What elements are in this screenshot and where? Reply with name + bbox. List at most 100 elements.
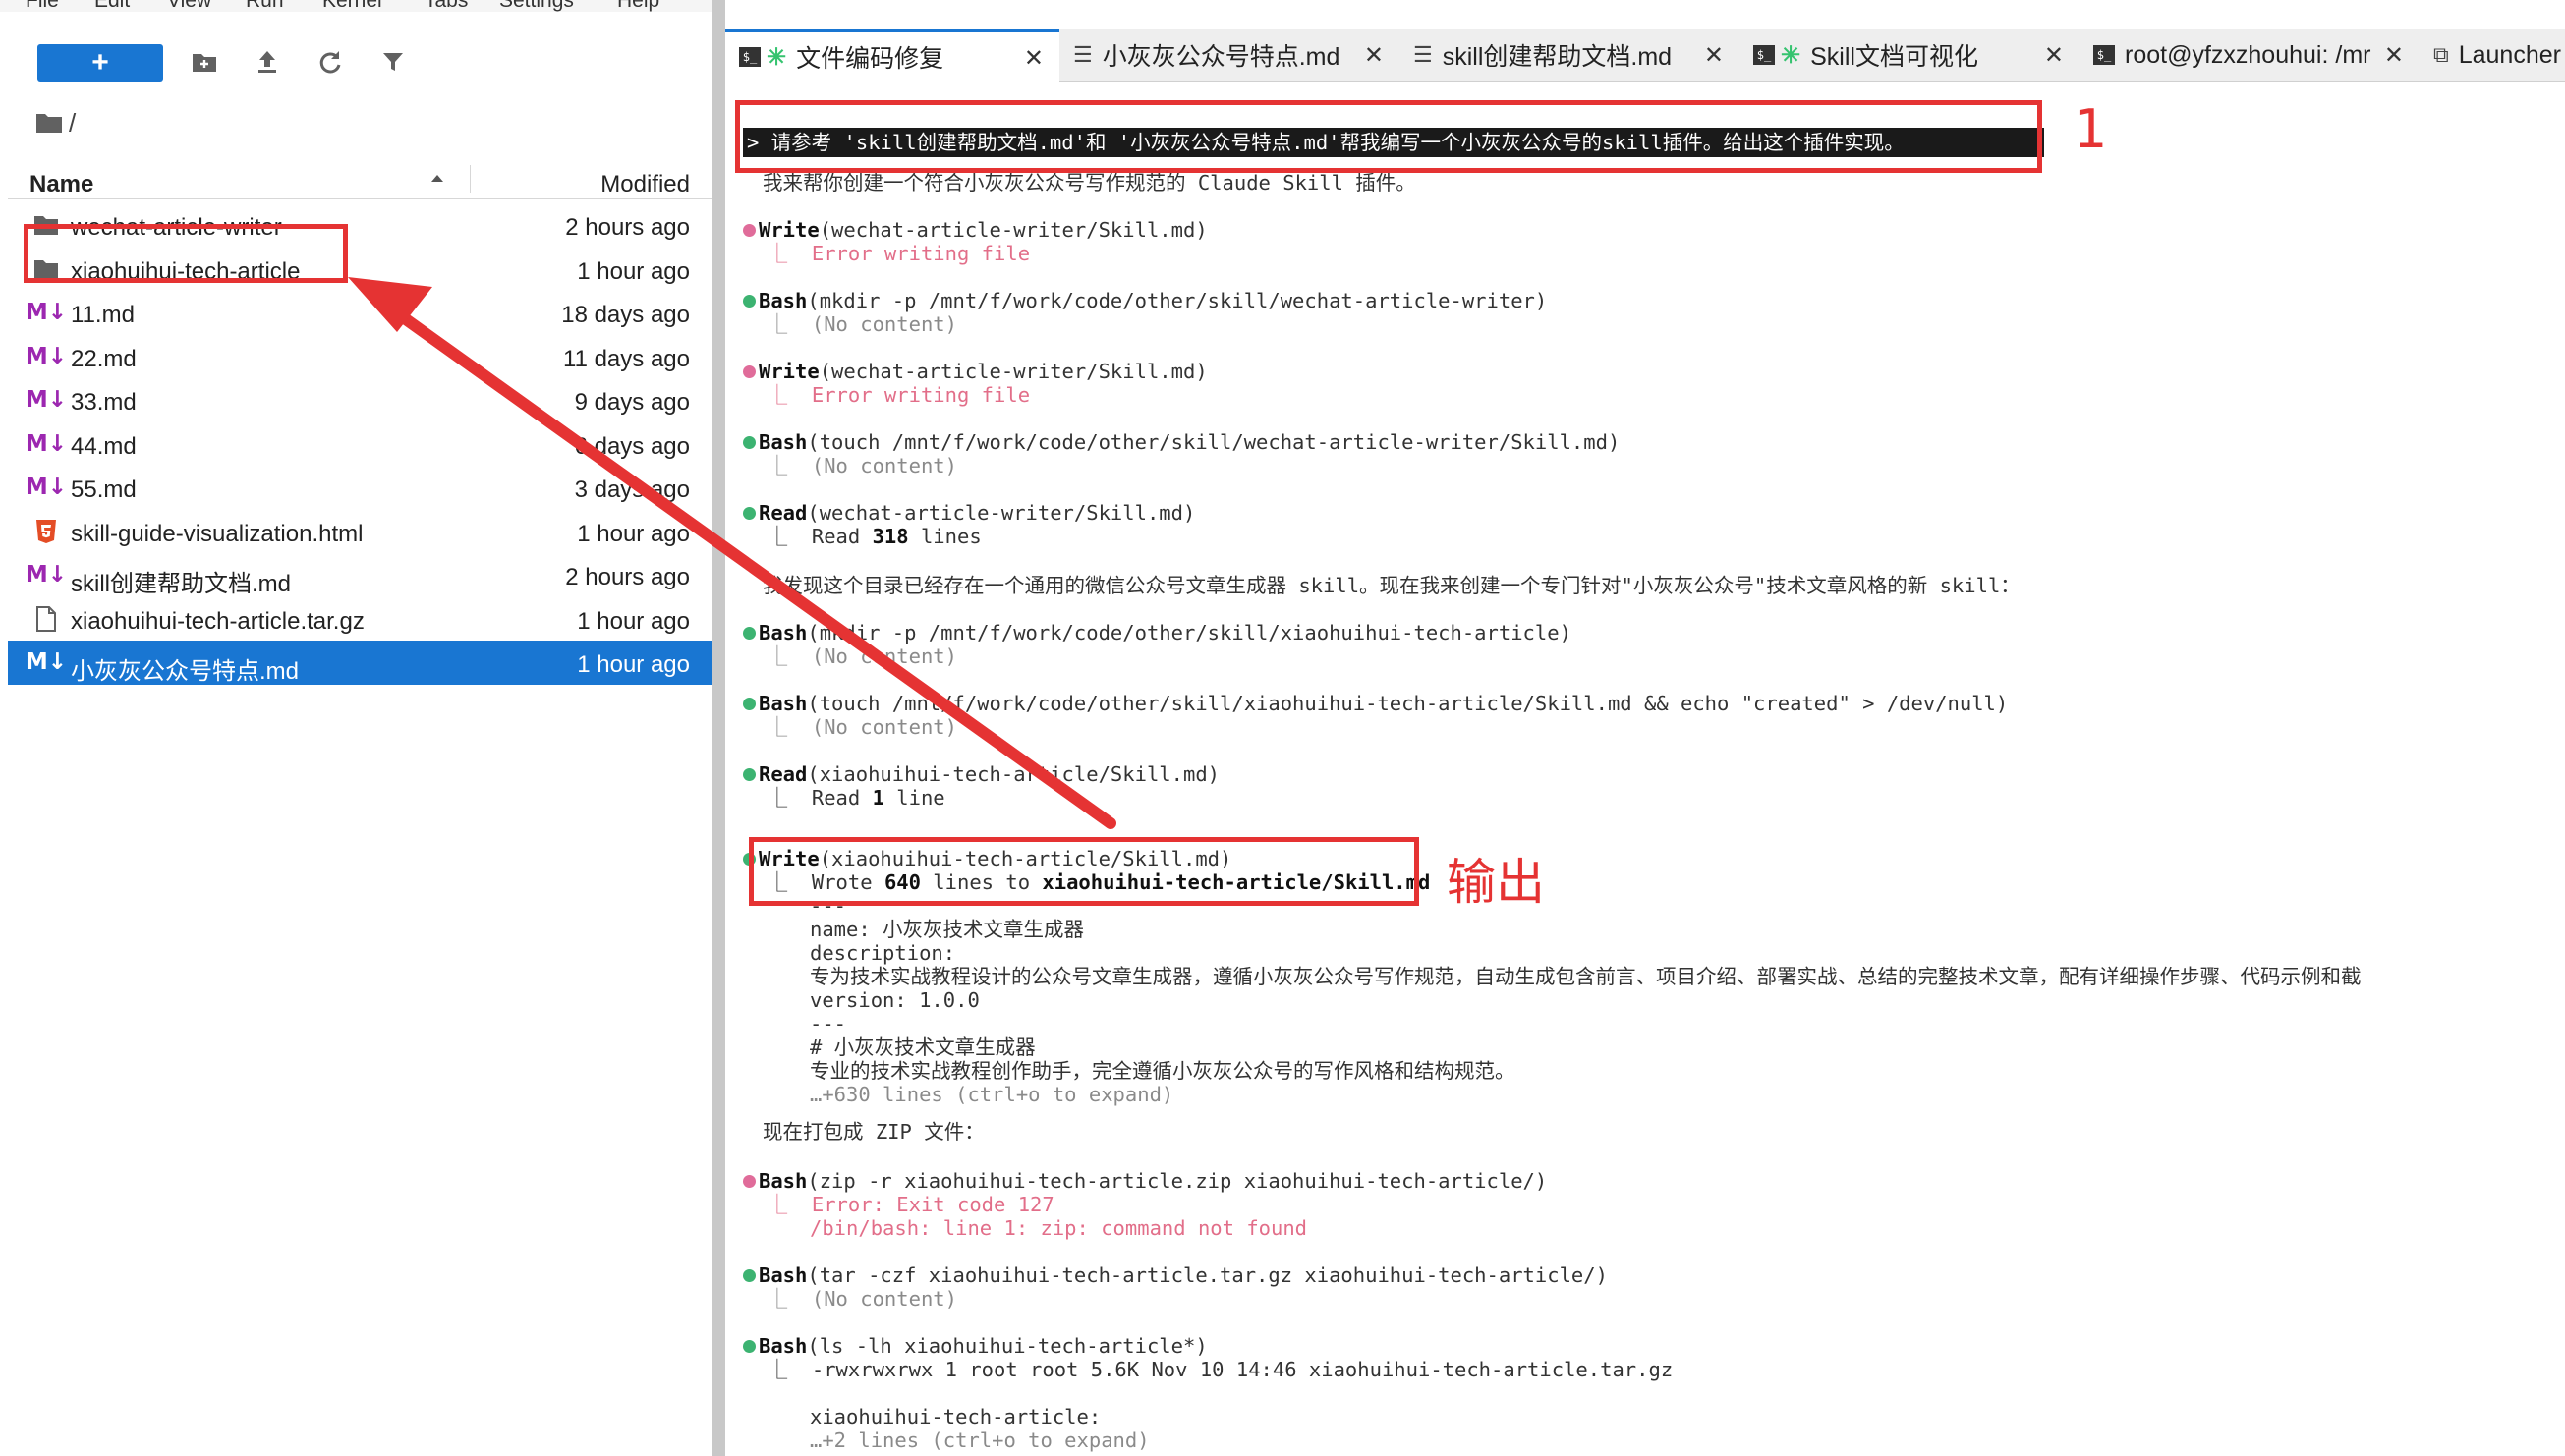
annotation-label-1: 1 bbox=[2074, 98, 2108, 160]
tool-call-write: Write(wechat-article-writer/Skill.md) bbox=[743, 360, 1208, 383]
file-row[interactable]: M↓ skill创建帮助文档.md 2 hours ago bbox=[8, 553, 712, 597]
folder-icon[interactable] bbox=[35, 112, 63, 134]
tab-xiaohuihui-features-md[interactable]: ☰ 小灰灰公众号特点.md ✕ bbox=[1059, 29, 1400, 81]
status-bullet bbox=[743, 1269, 756, 1282]
markdown-icon: M↓ bbox=[25, 475, 68, 500]
file-list-header: Name Modified bbox=[8, 157, 712, 199]
markdown-icon: M↓ bbox=[25, 430, 68, 457]
tool-call-read: Read(xiaohuihui-tech-article/Skill.md) bbox=[743, 762, 1220, 786]
file-row[interactable]: M↓ 33.md 9 days ago bbox=[8, 378, 712, 422]
close-icon[interactable]: ✕ bbox=[1024, 44, 1044, 73]
tool-result: ⎿ (No content) bbox=[743, 644, 957, 668]
file-type-icon-wrap: M↓ bbox=[26, 561, 67, 588]
new-launcher-button[interactable]: + bbox=[37, 44, 163, 82]
file-modified: 6 days ago bbox=[574, 432, 690, 460]
file-type-icon-wrap: M↓ bbox=[26, 474, 67, 501]
breadcrumb: / bbox=[35, 108, 76, 138]
tool-call-bash: Bash(mkdir -p /mnt/f/work/code/other/ski… bbox=[743, 289, 1547, 312]
sort-ascending-icon[interactable] bbox=[428, 167, 446, 195]
menu-bar: File Edit View Run Kernel Tabs Settings … bbox=[0, 0, 712, 12]
menu-settings[interactable]: Settings bbox=[499, 0, 574, 11]
filter-button[interactable] bbox=[373, 41, 413, 83]
skill-preview-line: version: 1.0.0 bbox=[810, 988, 980, 1012]
close-icon[interactable]: ✕ bbox=[2044, 41, 2064, 70]
tab-skill-help-doc-md[interactable]: ☰ skill创建帮助文档.md ✕ bbox=[1399, 29, 1740, 81]
status-bullet bbox=[743, 1175, 756, 1188]
breadcrumb-path[interactable]: / bbox=[69, 108, 76, 139]
close-icon[interactable]: ✕ bbox=[1364, 41, 1384, 70]
file-browser-toolbar: + bbox=[0, 41, 712, 100]
new-folder-icon bbox=[193, 54, 216, 72]
menu-kernel[interactable]: Kernel bbox=[322, 0, 382, 11]
annotation-box-prompt bbox=[735, 100, 2042, 173]
upload-button[interactable] bbox=[248, 41, 287, 83]
column-name-header[interactable]: Name bbox=[29, 171, 93, 198]
file-name: skill-guide-visualization.html bbox=[71, 520, 364, 547]
menu-help[interactable]: Help bbox=[617, 0, 659, 11]
close-icon[interactable]: ✕ bbox=[2384, 41, 2404, 70]
tool-result: ⎿ Read 318 lines bbox=[743, 525, 982, 548]
menu-run[interactable]: Run bbox=[246, 0, 284, 11]
tab-label: skill创建帮助文档.md bbox=[1442, 43, 1673, 71]
file-row[interactable]: M↓ 11.md 18 days ago bbox=[8, 291, 712, 335]
tab-label: 文件编码修复 bbox=[796, 45, 944, 73]
refresh-button[interactable] bbox=[311, 41, 350, 83]
terminal-output[interactable]: > 请参考 'skill创建帮助文档.md'和 '小灰灰公众号特点.md'帮我编… bbox=[725, 83, 2565, 1456]
file-type-icon-wrap: M↓ bbox=[26, 430, 67, 458]
file-name: 22.md bbox=[71, 345, 137, 372]
tab-launcher[interactable]: ⧉ Launcher bbox=[2420, 29, 2565, 81]
menu-file[interactable]: File bbox=[26, 0, 59, 11]
document-icon: ☰ bbox=[1413, 42, 1433, 67]
tool-call-bash: Bash(touch /mnt/f/work/code/other/skill/… bbox=[743, 692, 2008, 715]
refresh-icon bbox=[319, 51, 341, 74]
tool-call-bash: Bash(touch /mnt/f/work/code/other/skill/… bbox=[743, 430, 1620, 454]
main-area: $_ ✳ 文件编码修复 ✕ ☰ 小灰灰公众号特点.md ✕ ☰ skill创建帮助… bbox=[725, 0, 2565, 1456]
launcher-icon: ⧉ bbox=[2433, 42, 2449, 67]
file-modified: 18 days ago bbox=[561, 302, 690, 328]
tab-file-encoding-fix[interactable]: $_ ✳ 文件编码修复 ✕ bbox=[725, 29, 1060, 82]
panel-splitter[interactable] bbox=[712, 0, 725, 1456]
menu-view[interactable]: View bbox=[167, 0, 211, 11]
annotation-label-output: 输出 bbox=[1447, 854, 1545, 911]
status-bullet bbox=[743, 507, 756, 520]
tool-call-bash: Bash(tar -czf xiaohuihui-tech-article.ta… bbox=[743, 1263, 1608, 1287]
tab-label: Skill文档可视化 bbox=[1810, 43, 1978, 71]
column-divider[interactable] bbox=[470, 165, 471, 193]
tool-call-write: Write(wechat-article-writer/Skill.md) bbox=[743, 218, 1208, 242]
menu-edit[interactable]: Edit bbox=[94, 0, 130, 11]
close-icon[interactable]: ✕ bbox=[1704, 41, 1724, 70]
file-row[interactable]: skill-guide-visualization.html 1 hour ago bbox=[8, 510, 712, 554]
skill-preview-line: 专业的技术实战教程创作助手，完全遵循小灰灰公众号的写作风格和结构规范。 bbox=[810, 1059, 1515, 1083]
file-row[interactable]: M↓ 55.md 3 days ago bbox=[8, 466, 712, 510]
tab-label: root@yfzxzhouhui: /mr bbox=[2125, 40, 2371, 69]
tab-skill-doc-visualization[interactable]: $_ ✳ Skill文档可视化 ✕ bbox=[1739, 29, 2080, 81]
file-name: xiaohuihui-tech-article.tar.gz bbox=[71, 607, 365, 635]
menu-tabs[interactable]: Tabs bbox=[425, 0, 468, 11]
file-row[interactable]: M↓ 小灰灰公众号特点.md 1 hour ago bbox=[8, 641, 712, 685]
file-name: 55.md bbox=[71, 476, 137, 503]
markdown-icon: M↓ bbox=[25, 649, 68, 675]
file-type-icon-wrap: M↓ bbox=[26, 299, 67, 326]
markdown-icon: M↓ bbox=[25, 300, 68, 325]
file-modified: 1 hour ago bbox=[577, 607, 690, 635]
tool-result: ⎿ Error writing file bbox=[743, 242, 1031, 265]
html-icon bbox=[36, 519, 56, 543]
annotation-box-output bbox=[749, 837, 1419, 906]
file-row[interactable]: xiaohuihui-tech-article.tar.gz 1 hour ago bbox=[8, 597, 712, 642]
status-bullet bbox=[743, 627, 756, 640]
status-bullet bbox=[743, 436, 756, 449]
assistant-note: 我发现这个目录已经存在一个通用的微信公众号文章生成器 skill。现在我来创建一… bbox=[763, 574, 2021, 597]
terminal-icon: $_ bbox=[2093, 45, 2115, 65]
file-name: 11.md bbox=[71, 302, 135, 328]
status-bullet bbox=[743, 224, 756, 237]
tab-root-terminal[interactable]: $_ root@yfzxzhouhui: /mr ✕ bbox=[2080, 29, 2421, 81]
status-bullet bbox=[743, 768, 756, 781]
expand-hint: …+2 lines (ctrl+o to expand) bbox=[810, 1428, 1150, 1452]
file-row[interactable]: M↓ 44.md 6 days ago bbox=[8, 422, 712, 467]
file-modified: 1 hour ago bbox=[577, 520, 690, 547]
new-folder-button[interactable] bbox=[185, 41, 224, 83]
column-modified-header[interactable]: Modified bbox=[600, 171, 690, 198]
tool-result: ⎿ -rwxrwxrwx 1 root root 5.6K Nov 10 14:… bbox=[743, 1358, 1674, 1381]
file-name: 小灰灰公众号特点.md bbox=[71, 658, 300, 685]
file-row[interactable]: M↓ 22.md 11 days ago bbox=[8, 335, 712, 379]
